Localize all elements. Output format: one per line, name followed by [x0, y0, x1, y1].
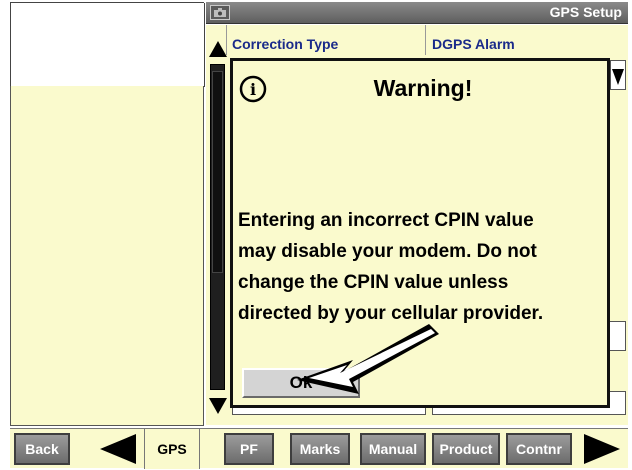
- tab-contnr[interactable]: Contnr: [506, 433, 572, 465]
- previous-arrow-button[interactable]: [96, 433, 140, 465]
- column-header-dgps-alarm: DGPS Alarm: [432, 36, 515, 52]
- grid-cell: [50, 45, 90, 87]
- scrollbar-thumb[interactable]: [212, 71, 223, 273]
- status-grid: [10, 2, 205, 87]
- tab-gps[interactable]: GPS: [144, 429, 200, 469]
- scroll-down-button[interactable]: [207, 395, 229, 417]
- left-panel: [10, 86, 204, 426]
- page-title: GPS Setup: [549, 4, 622, 20]
- pointer-arrow-icon: [297, 324, 439, 394]
- scroll-up-button[interactable]: [207, 38, 229, 60]
- grid-cell: [50, 3, 90, 46]
- grid-cell: [166, 3, 205, 46]
- grid-cell: [127, 3, 167, 46]
- scrollbar-track[interactable]: [210, 64, 225, 390]
- grid-cell: [89, 3, 128, 46]
- grid-cell: [89, 45, 128, 87]
- divider: [425, 25, 426, 55]
- dialog-message: Entering an incorrect CPIN value may dis…: [238, 210, 544, 324]
- grid-cell: [11, 45, 51, 87]
- bottom-nav: Back GPS PF Marks Manual Product Contnr: [10, 428, 628, 469]
- next-arrow-button[interactable]: [580, 433, 622, 465]
- grid-cell: [11, 3, 51, 46]
- column-header-correction-type: Correction Type: [232, 36, 339, 52]
- tab-pf[interactable]: PF: [224, 433, 274, 465]
- grid-cell: [166, 45, 205, 87]
- setting-field[interactable]: [608, 321, 626, 351]
- grid-cell: [127, 45, 167, 87]
- tab-marks[interactable]: Marks: [290, 433, 350, 465]
- tab-product[interactable]: Product: [432, 433, 500, 465]
- back-button[interactable]: Back: [14, 433, 70, 465]
- dialog-title: Warning!: [373, 75, 473, 101]
- camera-icon[interactable]: [210, 5, 230, 20]
- title-bar: GPS Setup: [206, 2, 628, 24]
- tab-manual[interactable]: Manual: [360, 433, 426, 465]
